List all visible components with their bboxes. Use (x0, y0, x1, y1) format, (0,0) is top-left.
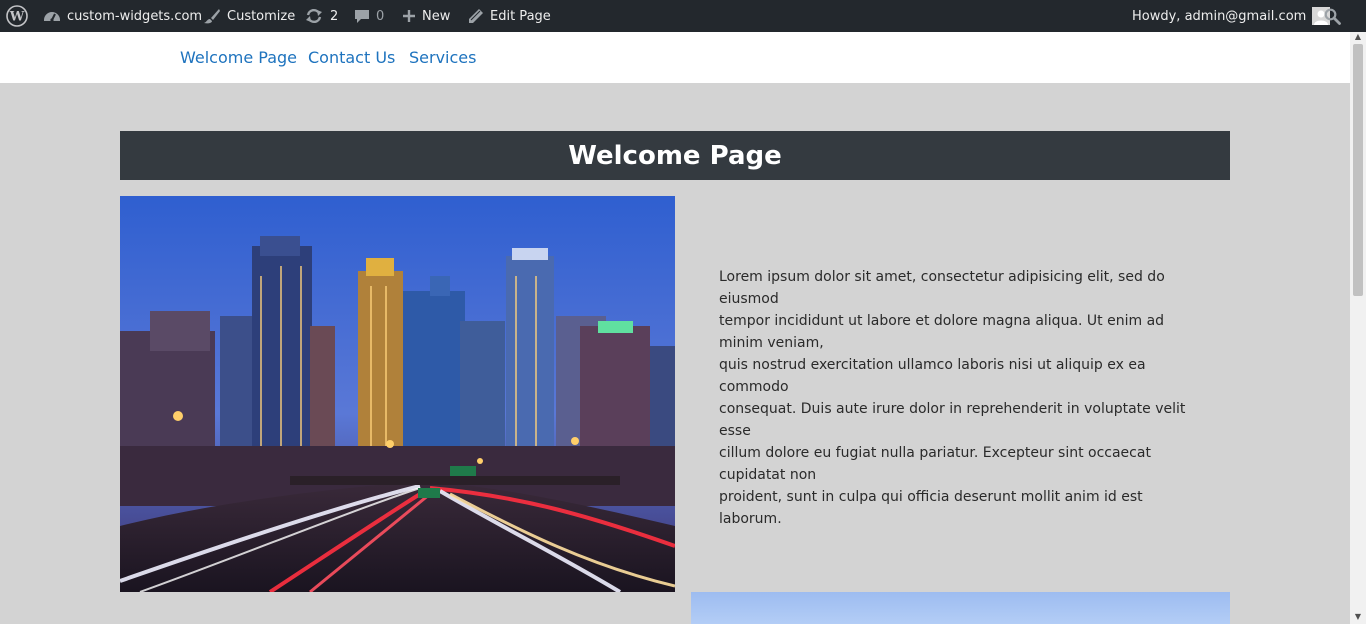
updates-count: 2 (330, 8, 339, 24)
scroll-down-arrow-icon[interactable]: ▼ (1353, 612, 1363, 622)
site-name: custom-widgets.com (67, 8, 203, 24)
intro-paragraph: Lorem ipsum dolor sit amet, consectetur … (719, 266, 1189, 530)
second-image (691, 592, 1230, 624)
page-title-bar: Welcome Page (120, 131, 1230, 180)
paragraph-line: proident, sunt in culpa qui officia dese… (719, 489, 1143, 527)
site-navigation: Welcome Page Contact Us Services (0, 32, 1350, 83)
dashboard-icon (43, 8, 61, 24)
comments-link[interactable]: 0 (354, 0, 384, 32)
comments-count: 0 (376, 8, 385, 24)
paragraph-line: Lorem ipsum dolor sit amet, consectetur … (719, 269, 1165, 307)
page-scrollbar[interactable]: ▲ ▼ (1350, 32, 1366, 624)
wordpress-logo-button[interactable]: W (6, 0, 28, 32)
svg-text:W: W (9, 10, 25, 25)
updates-icon (304, 8, 324, 24)
page-title: Welcome Page (568, 140, 782, 171)
admin-bar: W custom-widgets.com Customize 2 0 New E… (0, 0, 1366, 32)
pencil-icon (468, 8, 484, 24)
new-label: New (422, 8, 451, 24)
nav-link-services[interactable]: Services (409, 32, 476, 83)
plus-icon (402, 9, 416, 23)
paragraph-line: cillum dolore eu fugiat nulla pariatur. … (719, 445, 1151, 483)
paragraph-line: tempor incididunt ut labore et dolore ma… (719, 313, 1165, 351)
scrollbar-thumb[interactable] (1353, 44, 1363, 296)
comment-icon (354, 8, 370, 24)
scroll-up-arrow-icon[interactable]: ▲ (1353, 32, 1363, 42)
nav-link-welcome-page[interactable]: Welcome Page (180, 32, 297, 83)
brush-icon (203, 8, 221, 24)
my-account-link[interactable]: Howdy, admin@gmail.com (1132, 0, 1331, 32)
city-skyline-image (120, 196, 675, 592)
new-content-link[interactable]: New (402, 0, 450, 32)
search-icon (1324, 8, 1341, 25)
nav-link-contact-us[interactable]: Contact Us (308, 32, 395, 83)
search-button[interactable] (1324, 0, 1341, 32)
updates-link[interactable]: 2 (304, 0, 338, 32)
wordpress-logo-icon: W (6, 5, 28, 27)
customize-link[interactable]: Customize (203, 0, 295, 32)
paragraph-line: consequat. Duis aute irure dolor in repr… (719, 401, 1186, 439)
customize-label: Customize (227, 8, 296, 24)
howdy-label: Howdy, admin@gmail.com (1132, 8, 1307, 24)
paragraph-line: quis nostrud exercitation ullamco labori… (719, 357, 1146, 395)
site-name-link[interactable]: custom-widgets.com (43, 0, 202, 32)
edit-page-link[interactable]: Edit Page (468, 0, 551, 32)
edit-page-label: Edit Page (490, 8, 551, 24)
